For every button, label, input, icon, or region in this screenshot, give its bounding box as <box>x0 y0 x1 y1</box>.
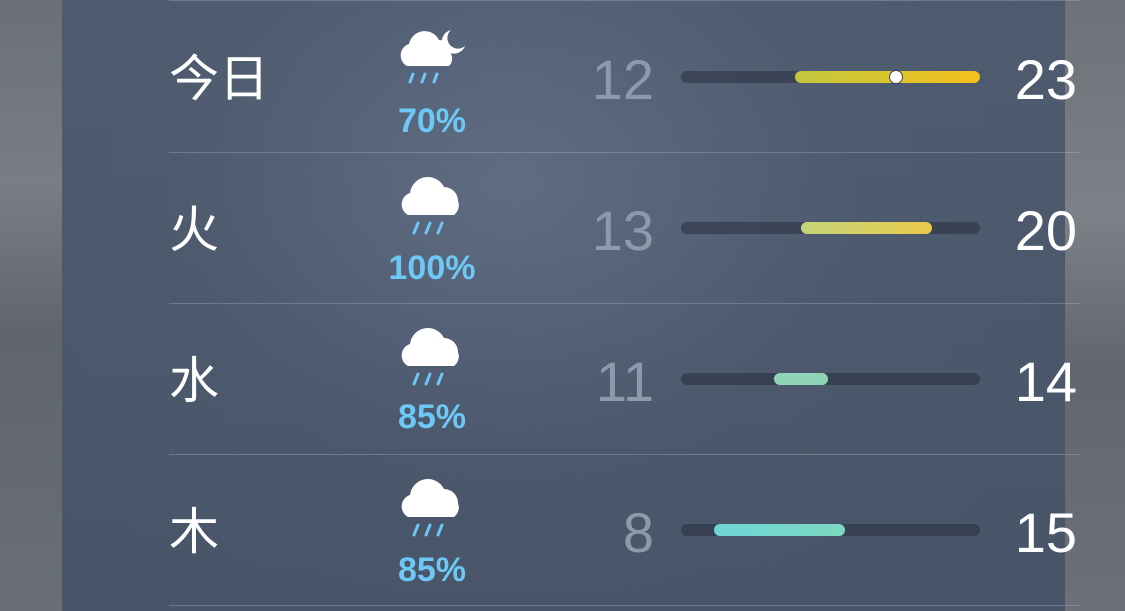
cloud-rain-icon <box>401 479 459 537</box>
low-temp: 13 <box>591 199 654 262</box>
row-separator <box>169 605 1079 606</box>
temp-range-bar <box>773 373 828 385</box>
day-label: 水 <box>169 353 219 409</box>
precipitation-chance: 70% <box>397 102 467 140</box>
high-temp: 20 <box>1014 199 1077 262</box>
temp-range-track <box>681 524 980 536</box>
cloud-moon-rain-icon <box>400 30 465 84</box>
low-temp: 12 <box>591 48 654 111</box>
high-temp: 23 <box>1014 48 1077 111</box>
forecast-row-thu[interactable]: 木 85% 8 15 <box>169 455 1079 605</box>
temp-range-track <box>681 373 980 385</box>
cloud-rain-icon <box>401 177 459 235</box>
high-temp: 15 <box>1014 501 1077 564</box>
low-temp: 11 <box>595 350 654 413</box>
precipitation-chance: 85% <box>397 398 467 436</box>
forecast-row-today[interactable]: 今日 70% 12 23 <box>169 2 1079 152</box>
temp-range-bar <box>794 71 980 83</box>
day-label: 今日 <box>169 51 269 107</box>
background-clouds-left <box>0 0 62 611</box>
high-temp: 14 <box>1014 350 1077 413</box>
temp-range-track <box>681 222 980 234</box>
low-temp: 8 <box>622 501 654 564</box>
forecast-row-tue[interactable]: 火 100% 13 20 <box>169 153 1079 303</box>
cloud-rain-icon <box>401 328 459 386</box>
precipitation-chance: 85% <box>397 551 467 589</box>
forecast-row-wed[interactable]: 水 85% 11 14 <box>169 304 1079 454</box>
temp-range-track <box>681 70 980 84</box>
temp-range-bar <box>713 524 846 536</box>
precipitation-chance: 100% <box>388 249 476 287</box>
daily-forecast-panel: 今日 70% 12 23 火 100% 13 20 水 85% 11 14 木 … <box>62 0 1079 611</box>
temp-range-bar <box>800 222 933 234</box>
day-label: 火 <box>169 202 219 258</box>
day-label: 木 <box>169 504 219 560</box>
row-separator <box>169 0 1079 1</box>
